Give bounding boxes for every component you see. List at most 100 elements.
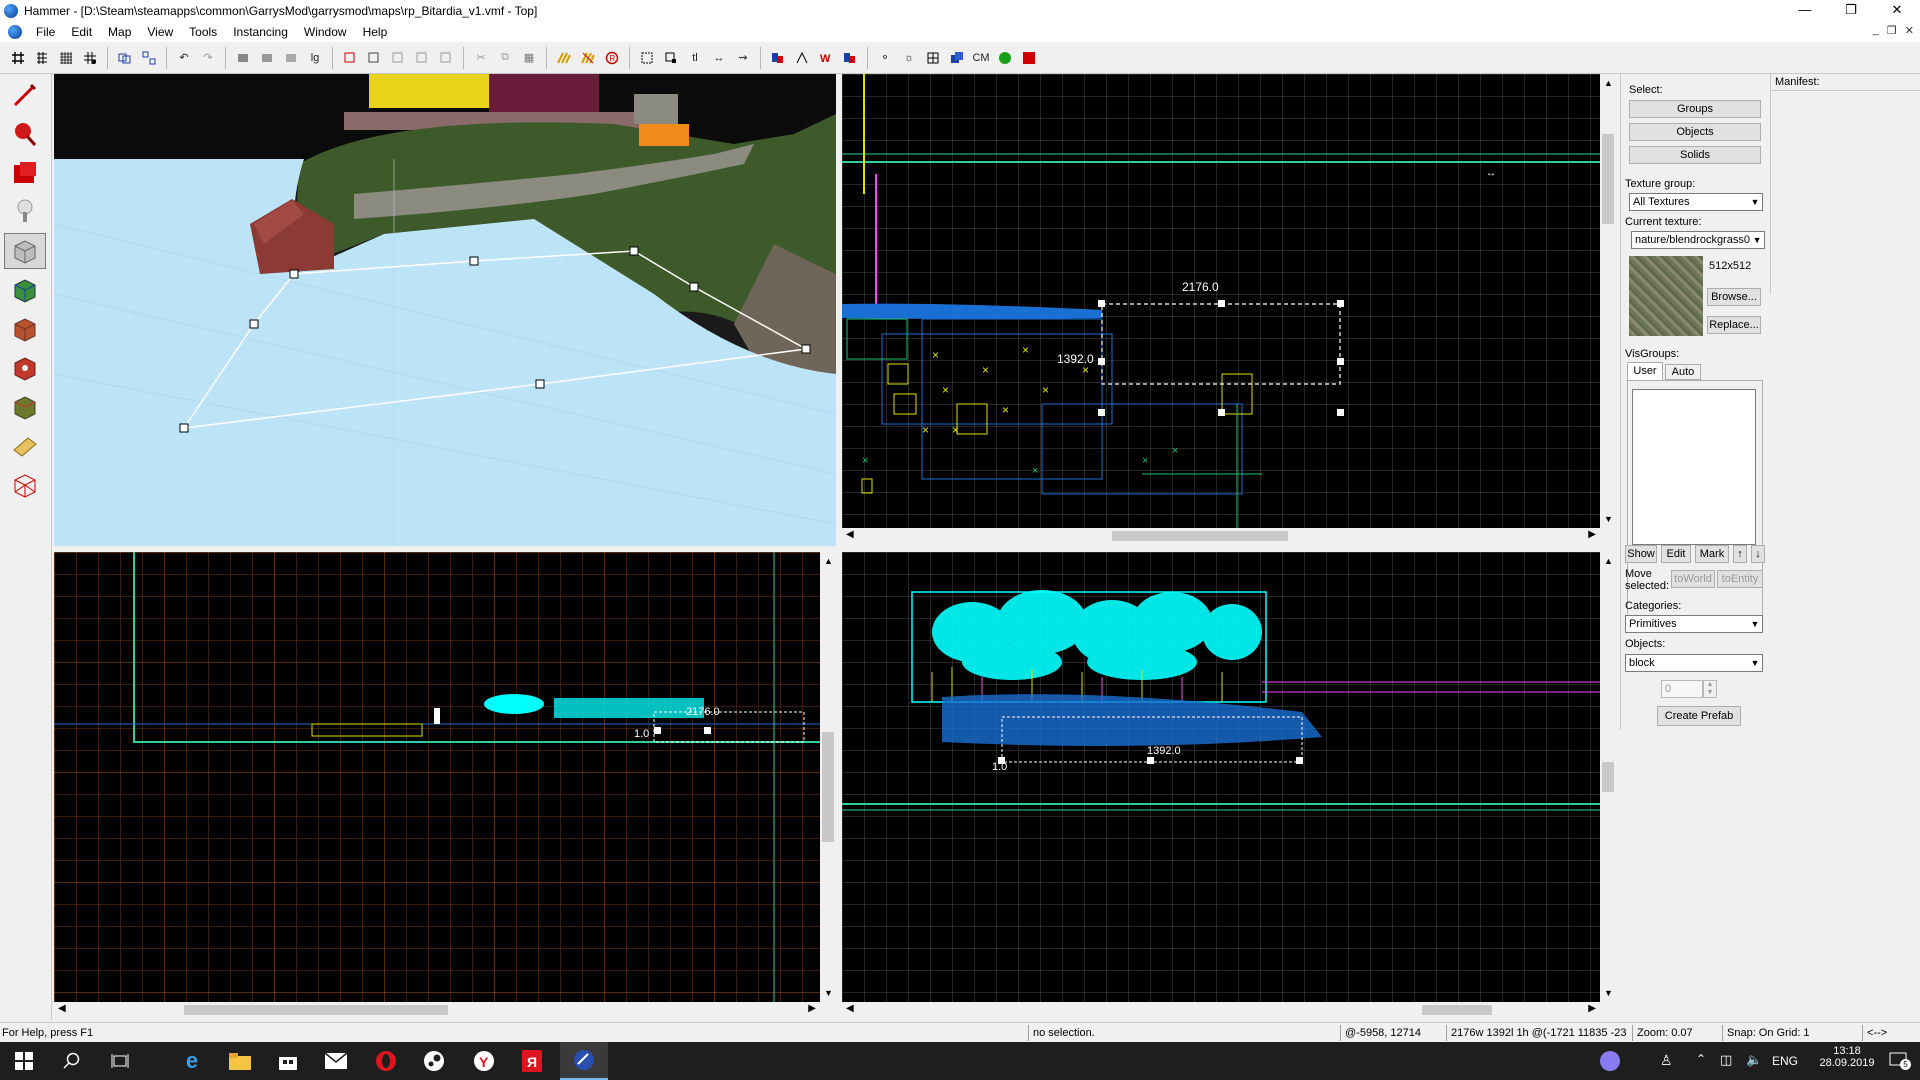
- entity-tool-icon[interactable]: [4, 194, 46, 230]
- menu-file[interactable]: File: [28, 25, 63, 39]
- restore-icon[interactable]: ❐: [1828, 0, 1874, 22]
- menu-instancing[interactable]: Instancing: [225, 25, 296, 39]
- to-world-button[interactable]: toWorld: [1671, 570, 1715, 588]
- grid-toggle-icon[interactable]: [7, 47, 29, 69]
- 3d-grid-icon[interactable]: [31, 47, 53, 69]
- selection-box-icon[interactable]: [636, 47, 658, 69]
- store-icon[interactable]: [264, 1042, 312, 1080]
- toolbar-item-icon[interactable]: [280, 47, 302, 69]
- undo-icon[interactable]: ↶: [173, 47, 195, 69]
- texture-group-select[interactable]: All Textures ▼: [1629, 193, 1763, 211]
- carve-icon[interactable]: [339, 47, 361, 69]
- 3d-wireframe-icon[interactable]: [922, 47, 944, 69]
- visgroup-mark-button[interactable]: Mark: [1695, 545, 1729, 563]
- scale-texture-lock-icon[interactable]: ↔: [708, 47, 730, 69]
- document-icon[interactable]: [8, 25, 22, 39]
- notification-center-icon[interactable]: 5: [1888, 1051, 1911, 1071]
- tie-to-entity-icon[interactable]: [387, 47, 409, 69]
- menu-edit[interactable]: Edit: [63, 25, 100, 39]
- select-by-handles-icon[interactable]: [660, 47, 682, 69]
- viewport-3d-camera[interactable]: [54, 74, 836, 546]
- texture-lock-icon[interactable]: lg: [304, 47, 326, 69]
- explorer-icon[interactable]: [216, 1042, 264, 1080]
- draw-icon[interactable]: [1018, 47, 1040, 69]
- start-icon[interactable]: [0, 1042, 48, 1080]
- snap-to-grid-icon[interactable]: ⇝: [732, 47, 754, 69]
- cordon-icon[interactable]: [767, 47, 789, 69]
- menu-tools[interactable]: Tools: [181, 25, 225, 39]
- select-groups-button[interactable]: Groups: [1629, 100, 1761, 118]
- opera-icon[interactable]: [362, 1042, 410, 1080]
- yandex-icon[interactable]: Я: [508, 1042, 556, 1080]
- texture-lock-toggle-icon[interactable]: tl: [684, 47, 706, 69]
- save-window-state-icon[interactable]: [256, 47, 278, 69]
- viewport-top[interactable]: × × × × × × × × × × × × × 2176.0 1392.0 ↔: [842, 74, 1600, 528]
- task-view-icon[interactable]: [96, 1042, 144, 1080]
- mdi-restore-icon[interactable]: ❐: [1887, 24, 1897, 37]
- yandex-browser-icon[interactable]: Y: [460, 1042, 508, 1080]
- tab-visgroups-user[interactable]: User: [1627, 362, 1663, 380]
- front-viewport-scrollbar-vertical[interactable]: ▲ ▼: [820, 552, 836, 1002]
- side-viewport-scrollbar-vertical[interactable]: ▲ ▼: [1600, 552, 1616, 1002]
- tab-visgroups-auto[interactable]: Auto: [1665, 364, 1701, 380]
- select-solids-button[interactable]: Solids: [1629, 146, 1761, 164]
- decal-tool-icon[interactable]: [4, 350, 46, 386]
- to-entity-button[interactable]: toEntity: [1717, 570, 1763, 588]
- arrow-up-icon[interactable]: ↑: [1733, 545, 1747, 563]
- load-window-state-icon[interactable]: [232, 47, 254, 69]
- magnify-tool-icon[interactable]: [4, 116, 46, 152]
- move-to-world-icon[interactable]: [411, 47, 433, 69]
- clipping-tool-icon[interactable]: [4, 428, 46, 464]
- group-icon[interactable]: [114, 47, 136, 69]
- alice-assistant-icon[interactable]: [1600, 1051, 1620, 1071]
- hollow-icon[interactable]: [363, 47, 385, 69]
- run-map-icon[interactable]: [994, 47, 1016, 69]
- minimize-icon[interactable]: —: [1782, 0, 1828, 22]
- hide-unselected-icon[interactable]: [577, 47, 599, 69]
- radius-culling-icon[interactable]: [791, 47, 813, 69]
- clock[interactable]: 13:18 28.09.2019: [1812, 1045, 1882, 1069]
- select-objects-button[interactable]: Objects: [1629, 123, 1761, 141]
- grid-smaller-icon[interactable]: [55, 47, 77, 69]
- people-icon[interactable]: ♙: [1660, 1052, 1673, 1069]
- search-icon[interactable]: [48, 1042, 96, 1080]
- show-helpers-icon[interactable]: ⚬: [874, 47, 896, 69]
- visgroup-edit-button[interactable]: Edit: [1661, 545, 1691, 563]
- mail-icon[interactable]: [312, 1042, 360, 1080]
- paste-icon[interactable]: ▦: [518, 47, 540, 69]
- entity-report-icon[interactable]: W: [815, 47, 837, 69]
- block-tool-icon[interactable]: [4, 233, 46, 269]
- menu-view[interactable]: View: [139, 25, 181, 39]
- hammer-icon[interactable]: [560, 1042, 608, 1080]
- close-icon[interactable]: ✕: [1874, 0, 1920, 22]
- arrow-down-icon[interactable]: ↓: [1751, 545, 1765, 563]
- apply-texture-icon[interactable]: [4, 311, 46, 347]
- objects-select[interactable]: block ▼: [1625, 654, 1763, 672]
- side-viewport-scrollbar-horizontal[interactable]: ◀ ▶: [842, 1002, 1600, 1018]
- browse-texture-button[interactable]: Browse...: [1707, 288, 1761, 306]
- menu-help[interactable]: Help: [355, 25, 396, 39]
- steam-icon[interactable]: [410, 1042, 458, 1080]
- copy-icon[interactable]: ⧉: [494, 47, 516, 69]
- hide-items-icon[interactable]: [553, 47, 575, 69]
- front-viewport-scrollbar-horizontal[interactable]: ◀ ▶: [54, 1002, 820, 1018]
- check-problems-icon[interactable]: [839, 47, 861, 69]
- models-in-2d-icon[interactable]: ☼: [898, 47, 920, 69]
- viewport-side[interactable]: 1392.0 1.0: [842, 552, 1600, 1002]
- ungroup-icon[interactable]: [138, 47, 160, 69]
- current-texture-select[interactable]: nature/blendrockgrass0 ▼: [1631, 231, 1765, 249]
- manifest-list[interactable]: [1771, 90, 1920, 294]
- visgroups-list[interactable]: [1632, 389, 1756, 545]
- redo-icon[interactable]: ↷: [197, 47, 219, 69]
- top-viewport-scrollbar-vertical[interactable]: ▲ ▼: [1600, 74, 1616, 528]
- language-indicator[interactable]: ENG: [1772, 1054, 1798, 1068]
- menu-map[interactable]: Map: [100, 25, 139, 39]
- vertex-tool-icon[interactable]: [4, 467, 46, 503]
- replace-texture-button[interactable]: Replace...: [1707, 316, 1761, 334]
- ignore-groups-icon[interactable]: [435, 47, 457, 69]
- selection-tool-icon[interactable]: [4, 77, 46, 113]
- camera-tool-icon[interactable]: [4, 155, 46, 191]
- mdi-minimize-icon[interactable]: _: [1873, 24, 1879, 37]
- create-prefab-button[interactable]: Create Prefab: [1657, 706, 1741, 726]
- top-viewport-scrollbar-horizontal[interactable]: ◀ ▶: [842, 528, 1600, 544]
